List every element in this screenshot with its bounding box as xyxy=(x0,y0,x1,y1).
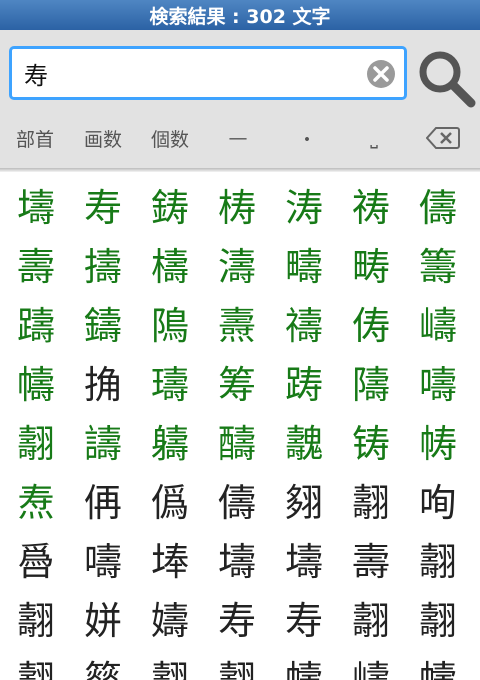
kanji-cell[interactable]: 僞 xyxy=(136,470,204,528)
dash-button[interactable]: — xyxy=(216,122,260,154)
kanji-cell[interactable]: 埲 xyxy=(136,529,204,587)
kanji-cell[interactable]: 禱 xyxy=(270,293,338,351)
kanji-cell[interactable]: 寿 xyxy=(270,588,338,646)
kanji-cell[interactable]: 壔 xyxy=(2,175,70,233)
kanji-cell[interactable]: 魗 xyxy=(270,411,338,469)
kanji-cell[interactable]: 儔 xyxy=(404,175,472,233)
kanji-cell[interactable]: 濤 xyxy=(203,234,271,292)
kanji-cell[interactable]: 壔 xyxy=(203,529,271,587)
kanji-cell[interactable]: 翿 xyxy=(404,588,472,646)
kanji-cell[interactable]: 嶹 xyxy=(337,647,405,680)
kanji-cell[interactable]: 俦 xyxy=(337,293,405,351)
result-title: 検索結果 : 302 文字 xyxy=(149,5,331,28)
kanji-cell[interactable]: 籌 xyxy=(404,234,472,292)
kanji-cell[interactable]: 譸 xyxy=(69,411,137,469)
divider xyxy=(0,168,480,172)
kanji-cell[interactable]: 翿 xyxy=(136,647,204,680)
kanji-cell[interactable]: 翿 xyxy=(203,647,271,680)
kanji-cell[interactable]: 祷 xyxy=(337,175,405,233)
search-icon[interactable] xyxy=(418,50,476,108)
kanji-cell[interactable]: 捔 xyxy=(69,352,137,410)
search-input[interactable] xyxy=(24,49,364,97)
kanji-cell[interactable]: 焘 xyxy=(2,470,70,528)
kanji-cell[interactable]: 璹 xyxy=(136,352,204,410)
kanji-cell[interactable]: 幬 xyxy=(2,352,70,410)
kanji-cell[interactable]: 隯 xyxy=(337,352,405,410)
title-bar: 検索結果 : 302 文字 xyxy=(0,0,480,30)
kanji-cell[interactable]: 涛 xyxy=(270,175,338,233)
kanji-cell[interactable]: 翿 xyxy=(2,588,70,646)
kanji-cell[interactable]: 翿 xyxy=(2,647,70,680)
kanji-cell[interactable]: 儔 xyxy=(203,470,271,528)
space-button[interactable]: ⎵ xyxy=(352,122,396,154)
kanji-cell[interactable]: 寿 xyxy=(203,588,271,646)
kanji-cell[interactable]: 帱 xyxy=(404,411,472,469)
kanji-cell[interactable]: 嬦 xyxy=(136,588,204,646)
kanji-cell[interactable]: 壽 xyxy=(2,234,70,292)
strokes-button[interactable]: 画数 xyxy=(78,122,128,154)
kanji-cell[interactable]: 咰 xyxy=(404,470,472,528)
backspace-button[interactable] xyxy=(420,122,466,154)
kanji-cell[interactable]: 擣 xyxy=(69,234,137,292)
kanji-cell[interactable]: 幬 xyxy=(270,647,338,680)
kanji-cell[interactable]: 軇 xyxy=(136,411,204,469)
kanji-result-grid: 壔寿鋳梼涛祷儔壽擣檮濤疇畴籌躊鑄隝燾禱俦嶹幬捔璹筹踌隯嚋翿譸軇醻魗铸帱焘侢僞儔翗… xyxy=(0,175,480,680)
kanji-cell[interactable]: 嚋 xyxy=(69,529,137,587)
kanji-cell[interactable]: 踌 xyxy=(270,352,338,410)
kanji-cell[interactable]: 筹 xyxy=(203,352,271,410)
search-box xyxy=(9,46,407,100)
backspace-icon xyxy=(426,127,460,149)
kanji-cell[interactable]: 簩 xyxy=(69,647,137,680)
kanji-cell[interactable]: 翿 xyxy=(2,411,70,469)
kanji-cell[interactable]: 翿 xyxy=(404,529,472,587)
kanji-cell[interactable]: 隝 xyxy=(136,293,204,351)
kanji-cell[interactable]: 檮 xyxy=(136,234,204,292)
kanji-cell[interactable]: 嚋 xyxy=(404,352,472,410)
clear-icon[interactable] xyxy=(366,59,396,89)
kanji-cell[interactable]: 疇 xyxy=(270,234,338,292)
kanji-cell[interactable]: 躊 xyxy=(2,293,70,351)
kanji-cell[interactable]: 铸 xyxy=(337,411,405,469)
kanji-cell[interactable]: 畴 xyxy=(337,234,405,292)
kanji-cell[interactable]: 寿 xyxy=(69,175,137,233)
kanji-cell[interactable]: 翗 xyxy=(270,470,338,528)
kanji-cell[interactable]: 鑄 xyxy=(69,293,137,351)
tool-row: 部首 画数 個数 — ・ ⎵ xyxy=(0,122,480,154)
kanji-cell[interactable]: 壔 xyxy=(270,529,338,587)
kanji-cell[interactable]: 翿 xyxy=(337,588,405,646)
kanji-cell[interactable]: 嶹 xyxy=(404,293,472,351)
dot-button[interactable]: ・ xyxy=(285,122,329,154)
radical-button[interactable]: 部首 xyxy=(10,122,60,154)
kanji-cell[interactable]: 翿 xyxy=(337,470,405,528)
kanji-cell[interactable]: 壽 xyxy=(337,529,405,587)
kanji-cell[interactable]: 姘 xyxy=(69,588,137,646)
count-button[interactable]: 個数 xyxy=(145,122,195,154)
kanji-cell[interactable]: 噕 xyxy=(2,529,70,587)
search-panel: 部首 画数 個数 — ・ ⎵ xyxy=(0,30,480,170)
kanji-cell[interactable]: 鋳 xyxy=(136,175,204,233)
kanji-cell[interactable]: 梼 xyxy=(203,175,271,233)
kanji-cell[interactable]: 醻 xyxy=(203,411,271,469)
kanji-cell[interactable]: 燾 xyxy=(203,293,271,351)
kanji-cell[interactable]: 侢 xyxy=(69,470,137,528)
kanji-cell[interactable]: 幬 xyxy=(404,647,472,680)
